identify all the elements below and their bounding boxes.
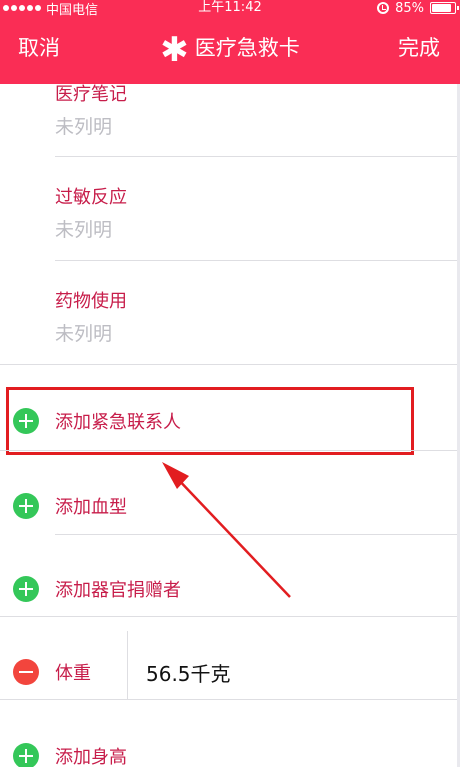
weight-separator bbox=[127, 631, 128, 699]
alarm-icon bbox=[377, 2, 390, 14]
weight-label: 体重 bbox=[55, 663, 91, 684]
add-height-label[interactable]: 添加身高 bbox=[55, 743, 127, 767]
field-value: 未列明 bbox=[55, 116, 113, 138]
divider bbox=[0, 616, 460, 617]
asterisk-icon: ✱ bbox=[160, 30, 189, 70]
add-icon[interactable] bbox=[13, 743, 39, 767]
page-title-text: 医疗急救卡 bbox=[194, 36, 300, 60]
nav-bar: 取消 ✱ 医疗急救卡 完成 bbox=[0, 20, 460, 76]
weight-value[interactable]: 56.5千克 bbox=[146, 658, 231, 687]
add-blood-type-row[interactable]: 添加血型 bbox=[0, 482, 460, 530]
field-label: 医疗笔记 bbox=[55, 84, 127, 105]
remove-icon[interactable] bbox=[13, 659, 39, 685]
header-bar: 中国电信 上午11:42 85% 取消 ✱ 医疗急救卡 完成 bbox=[0, 0, 460, 84]
field-label: 药物使用 bbox=[55, 291, 127, 312]
medications-field[interactable]: 药物使用 未列明 bbox=[55, 287, 460, 346]
add-icon[interactable] bbox=[13, 493, 39, 519]
divider bbox=[0, 364, 460, 365]
add-blood-type-label[interactable]: 添加血型 bbox=[55, 493, 127, 519]
medical-notes-field[interactable]: 医疗笔记 未列明 bbox=[55, 80, 460, 139]
add-height-row[interactable]: 添加身高 bbox=[0, 732, 460, 767]
field-value: 未列明 bbox=[55, 323, 113, 345]
field-label: 过敏反应 bbox=[55, 187, 127, 208]
done-button[interactable]: 完成 bbox=[398, 32, 440, 62]
divider bbox=[55, 534, 460, 535]
status-right: 85% bbox=[377, 0, 459, 16]
battery-fill bbox=[432, 4, 451, 12]
annotation-highlight-box bbox=[6, 387, 414, 455]
status-bar: 中国电信 上午11:42 85% bbox=[0, 0, 460, 18]
divider bbox=[55, 156, 460, 157]
add-organ-donor-label[interactable]: 添加器官捐赠者 bbox=[55, 576, 181, 602]
add-organ-donor-row[interactable]: 添加器官捐赠者 bbox=[0, 565, 460, 613]
page-title: ✱ 医疗急救卡 bbox=[0, 30, 460, 70]
allergies-field[interactable]: 过敏反应 未列明 bbox=[55, 183, 460, 242]
battery-percent: 85% bbox=[395, 0, 424, 16]
battery-icon bbox=[430, 2, 459, 14]
divider bbox=[0, 450, 460, 451]
divider bbox=[55, 260, 460, 261]
add-icon[interactable] bbox=[13, 576, 39, 602]
divider bbox=[0, 699, 460, 700]
field-value: 未列明 bbox=[55, 219, 113, 241]
